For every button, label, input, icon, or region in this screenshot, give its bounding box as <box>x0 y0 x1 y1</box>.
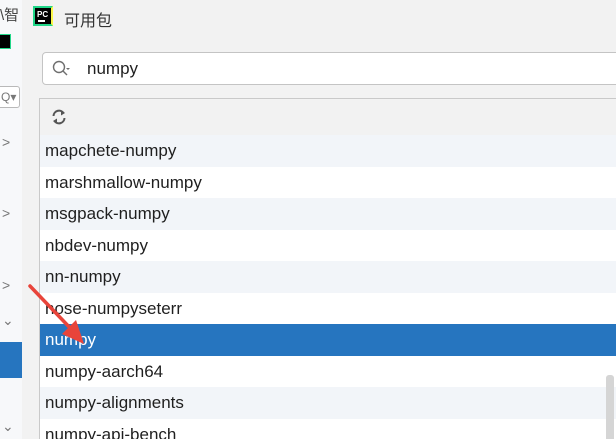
chevron-right-icon[interactable]: > <box>2 277 10 293</box>
chevron-down-icon[interactable]: ⌄ <box>2 418 14 435</box>
logo-bar <box>38 20 45 22</box>
search-icon[interactable] <box>51 59 71 79</box>
package-row[interactable]: numpy-api-bench <box>40 419 616 439</box>
scrollbar-thumb[interactable] <box>606 375 614 439</box>
package-row[interactable]: nbdev-numpy <box>40 230 616 262</box>
background-window-title: \智 <box>0 7 20 24</box>
pycharm-logo-icon: PC <box>33 6 53 26</box>
title-bar: PC 可用包 <box>22 0 616 36</box>
package-list-panel: mapchete-numpy marshmallow-numpy msgpack-n… <box>39 98 616 439</box>
dialog-title: 可用包 <box>64 13 113 30</box>
package-row[interactable]: numpy-aarch64 <box>40 356 616 388</box>
refresh-icon[interactable] <box>49 107 69 127</box>
package-row[interactable]: marshmallow-numpy <box>40 167 616 199</box>
package-row[interactable]: numpy-alignments <box>40 387 616 419</box>
background-search-field[interactable]: Q▾ <box>0 86 20 108</box>
package-row[interactable]: msgpack-numpy <box>40 198 616 230</box>
package-list: mapchete-numpy marshmallow-numpy msgpack-n… <box>40 135 616 439</box>
package-row[interactable]: nose-numpyseterr <box>40 293 616 325</box>
logo-text: PC <box>37 10 49 19</box>
chevron-right-icon[interactable]: > <box>2 205 10 221</box>
chevron-down-icon[interactable]: ⌄ <box>2 312 14 329</box>
background-app-logo-icon <box>0 34 11 49</box>
list-toolbar <box>40 99 616 136</box>
search-box[interactable] <box>42 52 616 85</box>
background-window: \智 Q▾ > > > ⌄ ⌄ <box>0 0 23 439</box>
available-packages-dialog: PC 可用包 mapchete-numpymarshmallow-numpyms… <box>22 0 616 439</box>
background-selected-row <box>0 342 22 378</box>
search-input[interactable] <box>87 59 587 79</box>
package-row-selected[interactable]: numpy <box>40 324 616 356</box>
package-row[interactable]: nn-numpy <box>40 261 616 293</box>
chevron-right-icon[interactable]: > <box>2 134 10 150</box>
package-row[interactable]: mapchete-numpy <box>40 135 616 167</box>
